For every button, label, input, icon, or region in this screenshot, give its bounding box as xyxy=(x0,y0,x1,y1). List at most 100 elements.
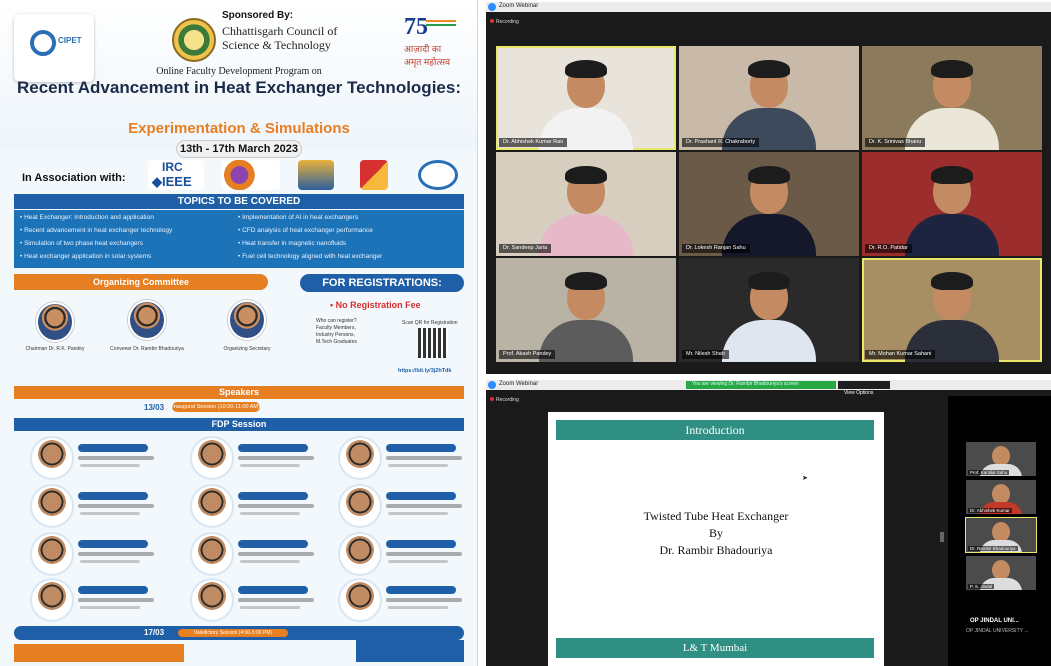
speaker-name xyxy=(386,456,462,460)
speaker-photo xyxy=(30,484,74,528)
thumb-head xyxy=(992,560,1010,580)
topics-panel: • Heat Exchanger: Introduction and appli… xyxy=(14,210,464,268)
fdp-line: Online Faculty Development Program on xyxy=(156,66,322,77)
valedictory-session: Valedictory Session (4:00-5:00 PM) xyxy=(178,629,288,637)
zoom-share-window: Zoom Webinar You are viewing Dr. Rambir … xyxy=(486,380,1051,666)
video-tile[interactable]: Mr. Mohan Kumar Sahani xyxy=(862,258,1042,362)
sponsor-name: Chhattisgarh Council of Science & Techno… xyxy=(222,24,338,52)
speaker-affiliation xyxy=(388,512,448,515)
azadi-logo: 75 आज़ादी का अमृत महोत्सव xyxy=(404,14,460,67)
recording-indicator: Recording xyxy=(490,19,519,25)
topic-item: • CFD analysis of heat exchanger perform… xyxy=(238,227,373,234)
fdp-poster: CIPET Sponsored By: Chhattisgarh Council… xyxy=(0,0,478,666)
speaker-name xyxy=(78,552,154,556)
video-tile[interactable]: Mr. Nilesh Shah xyxy=(679,258,859,362)
association-logo-4 xyxy=(360,160,388,190)
committee-photo xyxy=(128,300,166,340)
speaker-affiliation xyxy=(388,464,448,467)
participant-thumbnail[interactable]: Dr. Rambir Bhadouriya xyxy=(965,517,1037,553)
participant-hair xyxy=(565,166,607,184)
participant-video xyxy=(531,50,641,150)
participant-body xyxy=(905,214,999,256)
participant-hair xyxy=(931,166,973,184)
slide-by: By xyxy=(708,526,723,540)
topics-header: TOPICS TO BE COVERED xyxy=(14,194,464,209)
participant-video xyxy=(531,262,641,362)
speaker-time xyxy=(78,444,148,452)
organizing-committee-header: Organizing Committee xyxy=(14,274,268,290)
speaker-time xyxy=(78,492,148,500)
participant-thumbnail[interactable]: Prof. Kantilal Sahu xyxy=(966,442,1036,476)
qr-code-icon xyxy=(418,328,448,358)
no-fee-note: • No Registration Fee xyxy=(330,300,421,310)
scan-qr-label: Scan QR for Registration xyxy=(402,320,458,326)
committee-member: Organizing Secretary xyxy=(223,346,271,352)
speaker-name xyxy=(238,504,314,508)
speaker-affiliation xyxy=(240,464,300,467)
participant-hair xyxy=(931,272,973,290)
participant-name: Dr. R.O. Patidar xyxy=(865,244,912,253)
mouse-cursor-icon: ➤ xyxy=(802,475,808,482)
participant-video xyxy=(714,156,824,256)
video-tile[interactable]: Dr. Abhishek Kumar Rao xyxy=(496,46,676,150)
footer-left-bar xyxy=(14,644,184,662)
zoom-gallery-window: Zoom Webinar Recording Dr. Abhishek Kuma… xyxy=(486,2,1051,374)
participant-thumbnail[interactable]: Dr. Abhishek Kumar xyxy=(966,480,1036,514)
speaker-affiliation xyxy=(80,560,140,563)
speaker-time xyxy=(386,492,456,500)
association-logo-3 xyxy=(298,160,334,190)
topic-item: • Fuel cell technology aligned with heat… xyxy=(238,253,383,260)
screen-share-banner-text: You are viewing Dr. Rambir Bhadouriya's … xyxy=(692,381,799,387)
speaker-time xyxy=(238,492,308,500)
video-tile[interactable]: Dr. Sandeep Jaria xyxy=(496,152,676,256)
zoom-titlebar: Zoom Webinar You are viewing Dr. Rambir … xyxy=(486,380,1051,396)
speaker-photo xyxy=(30,436,74,480)
window-title: Zoom Webinar xyxy=(499,381,539,387)
video-tile[interactable]: Dr. R.O. Patidar xyxy=(862,152,1042,256)
zoom-logo-icon xyxy=(488,381,496,389)
speaker-name xyxy=(386,552,462,556)
video-tile[interactable]: Dr. K. Srinivas Bhanu xyxy=(862,46,1042,150)
video-tile[interactable]: Prof. Akash Pandey xyxy=(496,258,676,362)
topic-item: • Simulation of two phase heat exchanger… xyxy=(20,240,143,247)
participant-video xyxy=(897,50,1007,150)
participant-video xyxy=(897,156,1007,256)
thumb-name: P. S. Jindal xyxy=(968,584,995,589)
video-tile[interactable]: Dr. Prashant R. Chakraborty xyxy=(679,46,859,150)
speaker-time xyxy=(78,586,148,594)
speaker-name xyxy=(78,504,154,508)
thumb-head xyxy=(992,484,1010,504)
speaker-time xyxy=(238,444,308,452)
irc-text: IRC xyxy=(162,160,183,174)
zoom-logo-icon xyxy=(488,3,496,11)
speaker-photo xyxy=(190,532,234,576)
thumb-name: Prof. Kantilal Sahu xyxy=(968,470,1010,475)
speaker-photo xyxy=(30,532,74,576)
participant-thumbnails-panel: Prof. Kantilal Sahu Dr. Abhishek Kumar D… xyxy=(948,396,1051,666)
association-label: In Association with: xyxy=(22,172,126,184)
registration-link[interactable]: https://bit.ly/3j2hTdk xyxy=(398,368,451,374)
cipet-ring-icon xyxy=(30,30,56,56)
participant-hair xyxy=(565,272,607,290)
panel-resize-handle[interactable] xyxy=(940,532,944,542)
poster-title: Recent Advancement in Heat Exchanger Tec… xyxy=(16,78,461,97)
speaker-affiliation xyxy=(80,464,140,467)
cipet-logo-text: CIPET xyxy=(58,36,82,45)
speaker-affiliation xyxy=(80,606,140,609)
view-options-button[interactable]: View Options xyxy=(838,381,890,396)
irc-ieee-logo: IRC ◆IEEE xyxy=(148,160,204,190)
participant-thumbnail[interactable]: P. S. Jindal xyxy=(966,556,1036,590)
participant-name: Prof. Akash Pandey xyxy=(499,350,556,359)
zoom-titlebar: Zoom Webinar xyxy=(486,2,1051,12)
participant-name: Dr. Prashant R. Chakraborty xyxy=(682,138,760,147)
registrations-header: FOR REGISTRATIONS: xyxy=(300,274,464,292)
speaker-photo xyxy=(338,436,382,480)
participant-video xyxy=(714,262,824,362)
topic-item: • Heat exchanger application in solar sy… xyxy=(20,253,152,260)
participant-hair xyxy=(748,166,790,184)
sponsor-emblem-icon xyxy=(172,18,216,62)
participant-name: Mr. Nilesh Shah xyxy=(682,350,729,359)
slide-title: Twisted Tube Heat Exchanger xyxy=(643,509,789,523)
association-logo-2 xyxy=(222,160,280,190)
video-tile[interactable]: Dr. Lokesh Ranjan Sahu xyxy=(679,152,859,256)
